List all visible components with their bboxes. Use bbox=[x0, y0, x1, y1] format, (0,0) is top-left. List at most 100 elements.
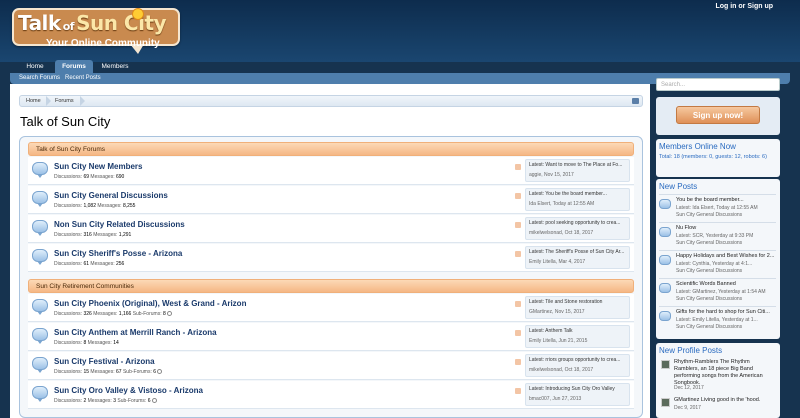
last-post-title[interactable]: Latest: Anthem Talk bbox=[529, 328, 626, 334]
new-post-item[interactable]: Nu Flow Latest: SCR, Yesterday at 9:33 P… bbox=[659, 222, 776, 249]
new-post-title[interactable]: Scientific Words Banned bbox=[676, 281, 776, 287]
last-post-title[interactable]: Latest: You be the board member... bbox=[529, 191, 626, 197]
members-online-heading[interactable]: Members Online Now bbox=[659, 142, 736, 151]
message-count: 8,255 bbox=[122, 203, 136, 209]
last-post-title[interactable]: Latest: rriors groups opportunity to cre… bbox=[529, 357, 626, 363]
forum-title[interactable]: Sun City Festival - Arizona bbox=[54, 357, 155, 366]
forum-read-icon bbox=[32, 162, 48, 178]
stat-label: Messages: bbox=[87, 340, 112, 346]
stat-label: Messages: bbox=[90, 174, 115, 180]
discussion-count: 1,082 bbox=[83, 203, 96, 209]
subnav-search-forums[interactable]: Search Forums bbox=[19, 75, 60, 81]
new-post-meta: Latest: Emily Litella, Yesterday at 1... bbox=[676, 317, 758, 323]
logo-title-of: of bbox=[62, 20, 75, 33]
forum-title[interactable]: Sun City Anthem at Merrill Ranch - Arizo… bbox=[54, 328, 217, 337]
new-post-item[interactable]: Scientific Words Banned Latest: GMartine… bbox=[659, 278, 776, 305]
rss-icon[interactable] bbox=[515, 222, 521, 228]
stat-label: Messages: bbox=[90, 261, 115, 267]
rss-icon[interactable] bbox=[515, 164, 521, 170]
stat-label: Messages: bbox=[90, 369, 115, 375]
login-signup-link[interactable]: Log in or Sign up bbox=[715, 3, 773, 10]
breadcrumb-home[interactable]: Home bbox=[26, 98, 41, 104]
last-post-title[interactable]: Latest: Want to move to The Place at Fo.… bbox=[529, 162, 626, 168]
last-post: Latest: You be the board member... Ida E… bbox=[525, 188, 630, 211]
last-post-meta: mikelwelsonad, Oct 18, 2017 bbox=[529, 367, 594, 373]
discussion-count: 61 bbox=[83, 261, 90, 267]
rss-icon[interactable] bbox=[515, 330, 521, 336]
discussion-count: 2 bbox=[83, 398, 87, 404]
site-logo[interactable]: Talk of Sun City Your Online Community bbox=[12, 6, 180, 58]
last-post: Latest: Introducing Sun City Oro Valley … bbox=[525, 383, 630, 406]
new-post-title[interactable]: Gifts for the hard to shop for Sun Citi.… bbox=[676, 309, 776, 315]
forum-title[interactable]: Sun City Phoenix (Original), West & Gran… bbox=[54, 299, 246, 308]
tab-forums[interactable]: Forums bbox=[55, 60, 93, 73]
forum-node: Non Sun City Related Discussions Discuss… bbox=[28, 215, 634, 243]
forum-node: Sun City Festival - Arizona Discussions:… bbox=[28, 352, 634, 380]
last-post: Latest: rriors groups opportunity to cre… bbox=[525, 354, 630, 377]
new-post-item[interactable]: Happy Holidays and Best Wishes for 2... … bbox=[659, 250, 776, 277]
last-post-title[interactable]: Latest: The Sheriff's Posse of Sun City … bbox=[529, 249, 626, 255]
last-post-meta: aggie, Nov 15, 2017 bbox=[529, 172, 574, 178]
breadcrumb-separator bbox=[46, 96, 51, 106]
profile-post-item: Rhythm-Ramblers The Rhythm Ramblers, an … bbox=[659, 357, 776, 391]
new-post-forum[interactable]: Sun City General Discussions bbox=[676, 324, 742, 330]
tab-home[interactable]: Home bbox=[18, 60, 52, 73]
avatar[interactable] bbox=[661, 398, 670, 407]
breadcrumb-forums[interactable]: Forums bbox=[55, 98, 74, 104]
forum-title[interactable]: Sun City General Discussions bbox=[54, 191, 168, 200]
forum-title[interactable]: Sun City Oro Valley & Vistoso - Arizona bbox=[54, 386, 203, 395]
profile-posts-heading[interactable]: New Profile Posts bbox=[659, 346, 722, 355]
discussion-count: 69 bbox=[83, 174, 90, 180]
site-header: Talk of Sun City Your Online Community Log… bbox=[0, 0, 800, 62]
new-posts-heading[interactable]: New Posts bbox=[659, 182, 697, 191]
forum-read-icon bbox=[32, 328, 48, 344]
rss-icon[interactable] bbox=[515, 301, 521, 307]
forum-title[interactable]: Sun City Sheriff's Posse - Arizona bbox=[54, 249, 182, 258]
rss-icon[interactable] bbox=[515, 251, 521, 257]
new-post-item[interactable]: You be the board member... Latest: Ida E… bbox=[659, 194, 776, 221]
signup-button[interactable]: Sign up now! bbox=[676, 106, 760, 124]
last-post: Latest: Want to move to The Place at Fo.… bbox=[525, 159, 630, 182]
search-input[interactable]: Search... bbox=[656, 78, 780, 91]
main-nav: Home Forums Members bbox=[10, 60, 790, 73]
subforums-dropdown-icon[interactable] bbox=[157, 369, 163, 375]
forum-node: Sun City Oro Valley & Vistoso - Arizona … bbox=[28, 381, 634, 409]
stat-label: Messages: bbox=[97, 203, 122, 209]
category-header[interactable]: Talk of Sun City Forums bbox=[28, 142, 634, 156]
subforums-dropdown-icon[interactable] bbox=[167, 311, 173, 317]
new-post-forum[interactable]: Sun City General Discussions bbox=[676, 268, 742, 274]
new-post-forum[interactable]: Sun City General Discussions bbox=[676, 240, 742, 246]
jump-menu-icon[interactable] bbox=[632, 98, 639, 104]
thread-icon bbox=[659, 199, 671, 209]
discussion-count: 15 bbox=[83, 369, 90, 375]
last-post-title[interactable]: Latest: Tile and Stone restoration bbox=[529, 299, 626, 305]
thread-icon bbox=[659, 311, 671, 321]
rss-icon[interactable] bbox=[515, 359, 521, 365]
breadcrumb-separator bbox=[80, 96, 85, 106]
new-post-forum[interactable]: Sun City General Discussions bbox=[676, 296, 742, 302]
new-post-title[interactable]: Happy Holidays and Best Wishes for 2... bbox=[676, 253, 776, 259]
new-post-title[interactable]: You be the board member... bbox=[676, 197, 776, 203]
message-count: 67 bbox=[116, 369, 122, 375]
forum-node: Sun City General Discussions Discussions… bbox=[28, 186, 634, 214]
avatar[interactable] bbox=[661, 360, 670, 369]
forum-title[interactable]: Non Sun City Related Discussions bbox=[54, 220, 185, 229]
new-post-item[interactable]: Gifts for the hard to shop for Sun Citi.… bbox=[659, 306, 776, 333]
new-post-title[interactable]: Nu Flow bbox=[676, 225, 776, 231]
category-header[interactable]: Sun City Retirement Communities bbox=[28, 279, 634, 293]
new-post-forum[interactable]: Sun City General Discussions bbox=[676, 212, 742, 218]
tab-members[interactable]: Members bbox=[95, 60, 135, 73]
last-post-title[interactable]: Latest: pool seeking opportunity to crea… bbox=[529, 220, 626, 226]
rss-icon[interactable] bbox=[515, 388, 521, 394]
forum-stats: Discussions: 1,082 Messages: 8,255 bbox=[54, 203, 135, 209]
last-post: Latest: The Sheriff's Posse of Sun City … bbox=[525, 246, 630, 269]
subforums-dropdown-icon[interactable] bbox=[151, 398, 157, 404]
message-count: 1,291 bbox=[118, 232, 132, 238]
last-post-title[interactable]: Latest: Introducing Sun City Oro Valley bbox=[529, 386, 626, 392]
rss-icon[interactable] bbox=[515, 193, 521, 199]
forum-title[interactable]: Sun City New Members bbox=[54, 162, 142, 171]
subnav-recent-posts[interactable]: Recent Posts bbox=[65, 75, 101, 81]
logo-tagline: Your Online Community bbox=[46, 38, 160, 49]
forum-read-icon bbox=[32, 357, 48, 373]
signup-panel: Sign up now! bbox=[656, 97, 780, 135]
